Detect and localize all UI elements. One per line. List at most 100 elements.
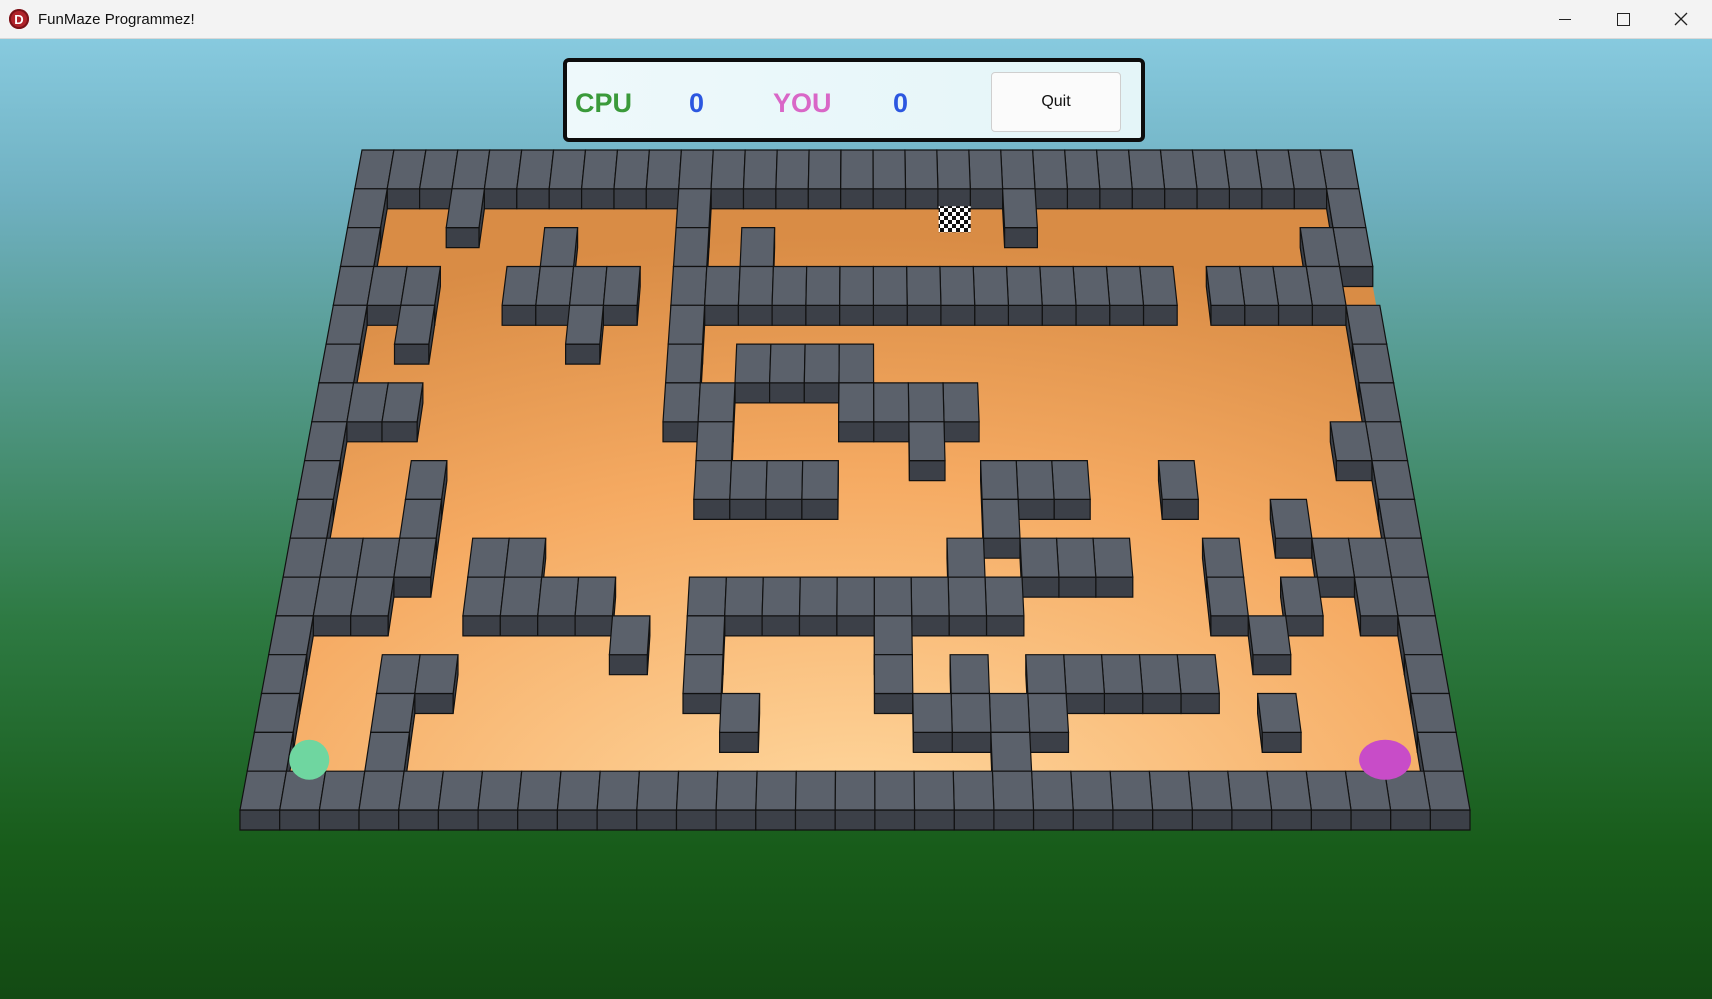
wall-top <box>1397 615 1443 656</box>
wall-block <box>437 770 484 831</box>
wall-top <box>693 460 733 500</box>
wall-front <box>953 809 995 831</box>
wall-front <box>874 809 916 831</box>
wall-front <box>1261 188 1295 210</box>
wall-top <box>1256 692 1302 734</box>
wall-block <box>771 265 808 326</box>
wall-top <box>1345 304 1388 345</box>
wall-block <box>1027 692 1070 754</box>
wall-block <box>537 576 580 637</box>
wall-block <box>516 149 555 210</box>
wall-block <box>1070 770 1114 831</box>
wall-top <box>1371 460 1416 500</box>
wall-top <box>697 382 736 423</box>
wall-front <box>775 188 809 210</box>
wall-front <box>737 304 773 326</box>
wall-top <box>836 576 875 617</box>
wall-front <box>839 304 875 326</box>
wall-front <box>613 188 647 210</box>
wall-top <box>1227 770 1273 811</box>
wall-front <box>1210 304 1246 326</box>
wall-top <box>451 149 491 190</box>
wall-front <box>414 692 454 715</box>
wall-top <box>755 770 797 811</box>
wall-top <box>296 460 341 500</box>
wall-block <box>602 265 641 326</box>
wall-top <box>366 265 408 306</box>
wall-top <box>564 304 605 345</box>
wall-front <box>805 304 841 326</box>
player-token[interactable] <box>1359 739 1412 780</box>
wall-top <box>418 149 459 190</box>
wall-front <box>948 615 988 637</box>
wall-top <box>1403 654 1450 695</box>
wall-front <box>1316 576 1356 598</box>
wall-top <box>253 692 301 734</box>
wall-top <box>282 537 328 578</box>
wall-block <box>703 265 741 326</box>
wall-front <box>993 809 1035 831</box>
wall-top <box>1377 498 1423 539</box>
wall-block <box>840 149 874 210</box>
wall-front <box>837 421 875 443</box>
wall-top <box>1364 421 1409 462</box>
wall-top <box>477 770 523 811</box>
wall-front <box>1066 188 1101 210</box>
wall-front <box>718 731 759 754</box>
wall-front <box>974 304 1010 326</box>
wall-top <box>1329 421 1373 462</box>
wall-front <box>715 809 757 831</box>
wall-top <box>874 770 916 811</box>
wall-block <box>912 692 953 754</box>
wall-block <box>724 576 764 637</box>
wall-top <box>742 149 778 190</box>
wall-top <box>838 343 875 384</box>
wall-top <box>805 265 841 306</box>
wall-block <box>952 770 995 831</box>
wall-front <box>693 498 731 521</box>
wall-block <box>936 149 971 210</box>
wall-top <box>1205 265 1246 306</box>
wall-top <box>375 654 421 695</box>
wall-top <box>1191 149 1231 190</box>
wall-top <box>1305 770 1352 811</box>
wall-top <box>539 227 579 268</box>
wall-top <box>499 576 543 617</box>
wall-top <box>1305 265 1347 306</box>
wall-top <box>404 460 448 500</box>
wall-top <box>839 265 875 306</box>
wall-top <box>768 343 806 384</box>
wall-top <box>840 149 874 190</box>
wall-front <box>1112 809 1154 831</box>
wall-top <box>613 149 651 190</box>
wall-front <box>279 809 320 831</box>
wall-front <box>556 809 598 831</box>
wall-top <box>535 265 575 306</box>
wall-top <box>873 615 913 656</box>
wall-top <box>837 382 875 423</box>
wall-top <box>246 731 294 772</box>
wall-front <box>1032 809 1074 831</box>
wall-top <box>734 343 772 384</box>
wall-block <box>742 149 778 210</box>
wall-top <box>834 770 876 811</box>
wall-block <box>710 149 746 210</box>
wall-top <box>950 692 992 734</box>
wall-block <box>1127 149 1166 210</box>
wall-block <box>693 460 733 521</box>
wall-top <box>684 615 726 656</box>
wall-top <box>537 576 580 617</box>
wall-block <box>398 770 444 831</box>
wall-block <box>1353 576 1399 637</box>
wall-block <box>807 149 842 210</box>
wall-top <box>1109 770 1154 811</box>
wall-top <box>1139 265 1178 306</box>
wall-front <box>834 809 876 831</box>
wall-top <box>400 265 442 306</box>
wall-top <box>239 770 288 811</box>
wall-top <box>580 149 619 190</box>
wall-top <box>1019 537 1060 578</box>
maze-board[interactable] <box>0 0 1712 999</box>
wall-block <box>775 149 810 210</box>
wall-block <box>1187 770 1233 831</box>
